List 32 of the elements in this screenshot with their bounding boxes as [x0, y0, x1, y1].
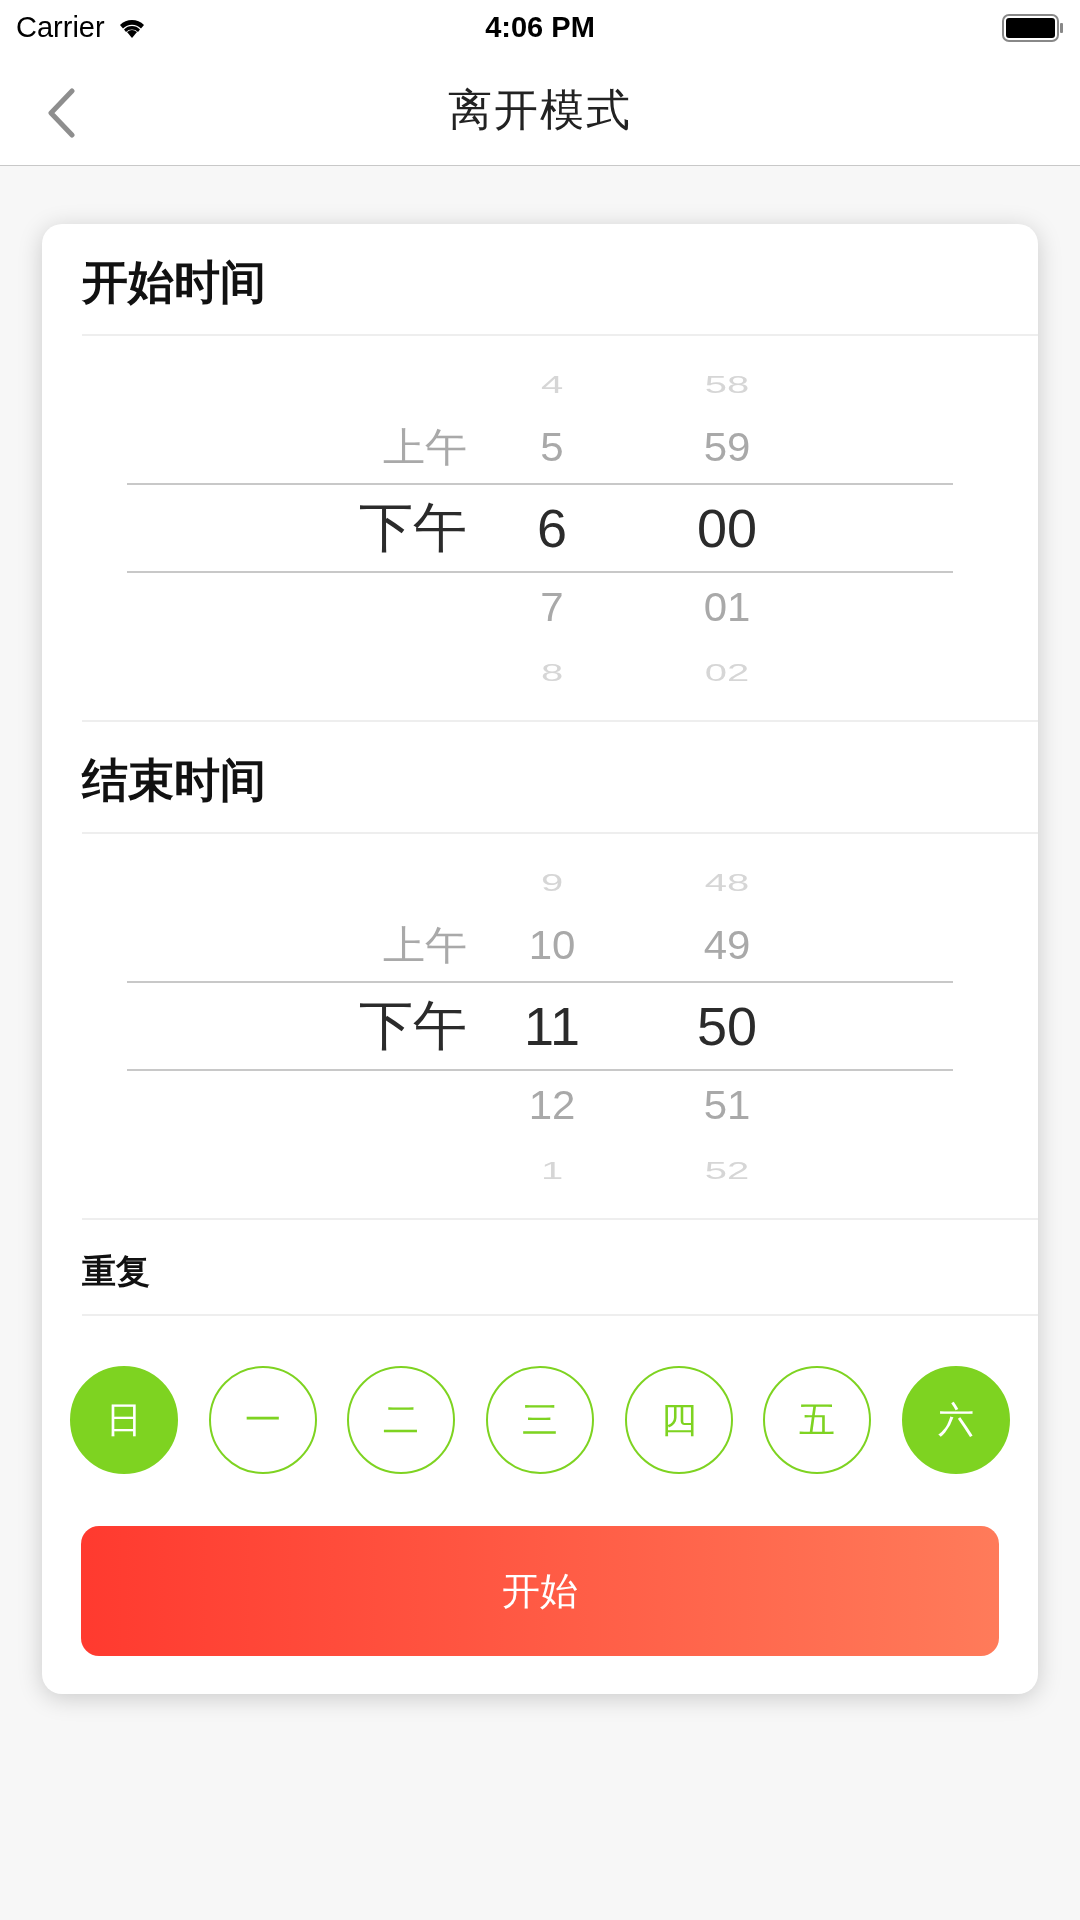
weekday-toggle[interactable]: 五 — [763, 1366, 872, 1474]
picker-value[interactable]: 01 — [703, 585, 751, 631]
start-button[interactable]: 开始 — [81, 1526, 999, 1656]
picker-value[interactable]: 6 — [536, 497, 567, 559]
picker-value[interactable]: 上午 — [383, 421, 467, 475]
weekday-toggle[interactable]: 二 — [347, 1366, 456, 1474]
picker-value[interactable]: 5 — [540, 425, 564, 471]
weekday-toggle[interactable]: 四 — [624, 1366, 733, 1474]
picker-value[interactable]: 51 — [703, 1083, 751, 1129]
page-title: 离开模式 — [448, 83, 632, 136]
picker-value[interactable]: 7 — [540, 585, 564, 631]
picker-value[interactable]: 50 — [696, 995, 758, 1057]
picker-value[interactable]: 11 — [523, 995, 581, 1057]
weekday-toggle[interactable]: 三 — [485, 1366, 594, 1474]
picker-value[interactable]: 10 — [528, 923, 576, 969]
weekday-toggle[interactable]: 六 — [901, 1366, 1010, 1474]
back-chevron-icon — [46, 88, 76, 138]
picker-value[interactable]: 上午 — [383, 919, 467, 973]
status-time: 4:06 PM — [485, 11, 595, 44]
picker-value[interactable]: 59 — [703, 425, 751, 471]
weekday-toggle[interactable]: 日 — [70, 1366, 178, 1474]
picker-value[interactable]: 下午 — [359, 491, 467, 565]
carrier-label: Carrier — [16, 11, 105, 44]
section-title: 开始时间 — [82, 255, 266, 310]
battery-icon — [1002, 13, 1064, 42]
weekday-toggle[interactable]: 一 — [208, 1366, 317, 1474]
repeat-label: 重复 — [82, 1251, 150, 1292]
picker-value[interactable]: 下午 — [359, 989, 467, 1063]
section-title: 结束时间 — [82, 753, 266, 808]
picker-value[interactable]: 49 — [703, 923, 751, 969]
picker-value[interactable]: 12 — [528, 1083, 576, 1129]
picker-value[interactable]: 00 — [696, 497, 758, 559]
